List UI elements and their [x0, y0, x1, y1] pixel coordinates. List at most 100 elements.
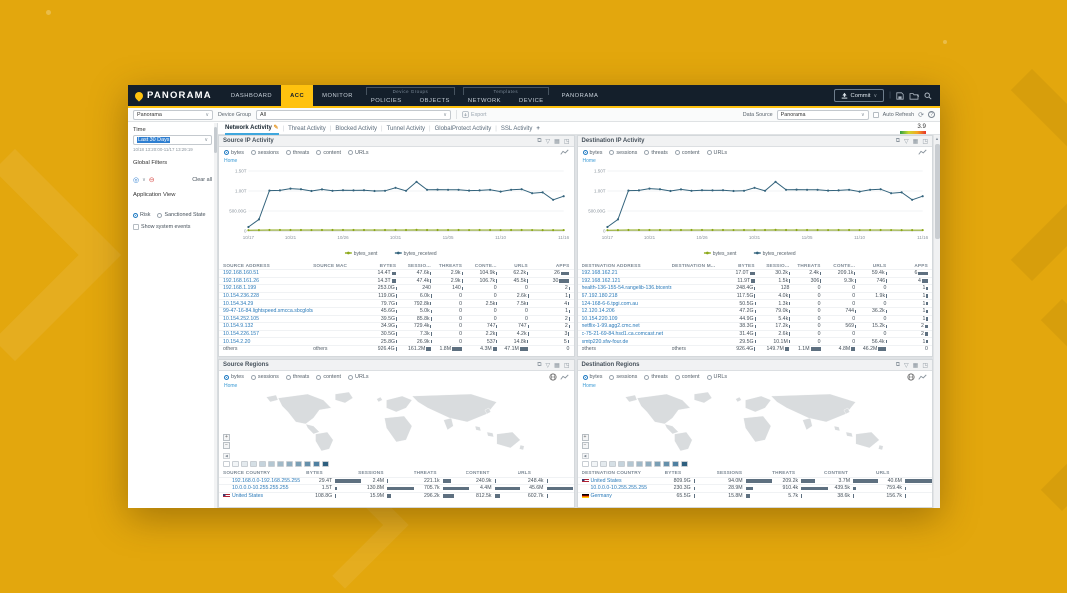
scale-swatch[interactable] — [645, 461, 652, 467]
metric-bytes-radio[interactable]: bytes — [224, 374, 244, 380]
scale-swatch[interactable] — [259, 461, 266, 467]
help-icon[interactable]: ? — [928, 111, 935, 118]
address-link[interactable]: 10.0.0.0-10.255.255.255 — [223, 485, 306, 491]
scroll-left-button[interactable]: ◀ — [223, 453, 230, 459]
tab-tunnel-activity[interactable]: Tunnel Activity — [387, 124, 425, 134]
filter-icon[interactable]: ▽ — [904, 138, 909, 145]
scale-swatch[interactable] — [654, 461, 661, 467]
change-graph-icon[interactable] — [918, 149, 927, 156]
nav-tab-policies[interactable]: POLICIES — [362, 98, 411, 104]
maximize-icon[interactable]: ◳ — [564, 138, 570, 145]
scale-swatch[interactable] — [241, 461, 248, 467]
sanctioned-state-radio[interactable]: Sanctioned State — [157, 212, 205, 218]
change-graph-icon[interactable] — [918, 374, 927, 381]
filter-icon[interactable]: ▽ — [546, 138, 551, 145]
maximize-icon[interactable]: ◳ — [564, 362, 570, 369]
metric-threats-radio[interactable]: threats — [286, 374, 309, 380]
scale-swatch[interactable] — [322, 461, 329, 467]
world-map[interactable]: + − — [578, 390, 933, 452]
nav-tab-acc[interactable]: ACC — [281, 85, 313, 106]
maximize-icon[interactable]: ◳ — [922, 138, 928, 145]
address-link[interactable]: 10.154.220.109 — [582, 316, 672, 322]
nav-tab-network[interactable]: NETWORK — [459, 98, 510, 104]
clear-all-link[interactable]: Clear all — [192, 177, 212, 183]
scale-swatch[interactable] — [591, 461, 598, 467]
address-link[interactable]: 192.168.1.199 — [223, 285, 313, 291]
scroll-left-button[interactable]: ◀ — [582, 453, 589, 459]
metric-sessions-radio[interactable]: sessions — [251, 374, 279, 380]
scale-swatch[interactable] — [223, 461, 230, 467]
line-chart[interactable]: 0500.00G1.00T1.50T10/1710/2110/2610/3111… — [581, 165, 930, 261]
column-header[interactable]: URLS — [518, 470, 570, 475]
metric-urls-radio[interactable]: URLs — [707, 374, 727, 380]
scale-swatch[interactable] — [232, 461, 239, 467]
metric-content-radio[interactable]: content — [675, 150, 700, 156]
address-link[interactable]: 192.168.162.21 — [582, 270, 672, 276]
scale-swatch[interactable] — [609, 461, 616, 467]
address-link[interactable]: netflix-1-99.agg2.cmc.net — [582, 323, 672, 329]
add-tab-button[interactable]: + — [536, 126, 540, 132]
address-link[interactable]: 192.168.160.51 — [223, 270, 313, 276]
metric-urls-radio[interactable]: URLs — [348, 150, 368, 156]
scale-swatch[interactable] — [268, 461, 275, 467]
jump-to-logs-icon[interactable]: ⧉ — [896, 138, 900, 145]
filter-target-icon[interactable]: ◎ — [133, 176, 139, 184]
column-header[interactable]: SOURCE ADDRESS — [223, 263, 313, 268]
metric-sessions-radio[interactable]: sessions — [609, 150, 637, 156]
address-link[interactable]: 10.154.2.20 — [223, 339, 313, 345]
column-header[interactable]: THREATS — [789, 263, 820, 268]
address-link[interactable]: United States — [223, 493, 306, 499]
metric-urls-radio[interactable]: URLs — [348, 374, 368, 380]
column-header[interactable]: THREATS — [414, 470, 466, 475]
metric-threats-radio[interactable]: threats — [644, 150, 667, 156]
column-header[interactable]: SESSIONS — [358, 470, 413, 475]
address-link[interactable]: 192.168.0.0-192.168.255.255 — [223, 478, 306, 484]
column-header[interactable]: DESTINATION ADDRESS — [582, 263, 672, 268]
scale-swatch[interactable] — [304, 461, 311, 467]
filter-icon[interactable]: ▽ — [546, 362, 551, 369]
task-manager-icon[interactable] — [909, 92, 919, 100]
address-link[interactable]: 10.154.236.228 — [223, 293, 313, 299]
nav-tab-panorama[interactable]: PANORAMA — [553, 85, 608, 106]
nav-tab-device[interactable]: DEVICE — [510, 98, 553, 104]
home-breadcrumb-link[interactable]: Home — [219, 158, 574, 165]
scale-swatch[interactable] — [618, 461, 625, 467]
column-header[interactable]: BYTES — [306, 470, 358, 475]
world-map[interactable]: + − — [219, 390, 574, 452]
column-header[interactable]: DESTINATION COUNTRY — [582, 470, 665, 475]
scale-swatch[interactable] — [663, 461, 670, 467]
search-icon[interactable] — [924, 92, 932, 100]
map-zoom-out-button[interactable]: − — [582, 442, 589, 449]
scale-swatch[interactable] — [582, 461, 589, 467]
address-link[interactable]: 10.154.9.132 — [223, 323, 313, 329]
edit-tab-icon[interactable]: ✎ — [273, 125, 278, 131]
table-view-icon[interactable]: ▦ — [554, 362, 560, 369]
map-zoom-in-button[interactable]: + — [223, 434, 230, 441]
scrollbar-thumb[interactable] — [935, 144, 940, 239]
scrollbar-thumb[interactable] — [214, 127, 217, 153]
metric-bytes-radio[interactable]: bytes — [224, 150, 244, 156]
table-view-icon[interactable]: ▦ — [554, 138, 560, 145]
column-header[interactable]: SESSIONS — [717, 470, 772, 475]
column-header[interactable]: SESSIO... — [396, 263, 431, 268]
column-header[interactable]: SESSIO... — [755, 263, 790, 268]
globe-icon[interactable] — [549, 373, 557, 381]
address-link[interactable]: United States — [582, 478, 665, 484]
home-breadcrumb-link[interactable]: Home — [578, 158, 933, 165]
metric-content-radio[interactable]: content — [316, 150, 341, 156]
address-link[interactable]: 10.154.252.105 — [223, 316, 313, 322]
jump-to-logs-icon[interactable]: ⧉ — [537, 362, 541, 369]
column-header[interactable]: URLS — [497, 263, 528, 268]
scale-swatch[interactable] — [672, 461, 679, 467]
table-view-icon[interactable]: ▦ — [913, 138, 919, 145]
data-source-select[interactable]: Panorama ∨ — [777, 110, 869, 120]
column-header[interactable]: CONTE... — [462, 263, 497, 268]
scale-swatch[interactable] — [636, 461, 643, 467]
column-header[interactable]: BYTES — [362, 263, 397, 268]
address-link[interactable]: health-136-155-54.rangelib-136.btcentral… — [582, 285, 672, 291]
address-link[interactable]: 192.168.162.121 — [582, 278, 672, 284]
nav-tab-dashboard[interactable]: DASHBOARD — [222, 85, 281, 106]
main-scrollbar[interactable]: ▲ — [933, 135, 940, 508]
jump-to-logs-icon[interactable]: ⧉ — [896, 362, 900, 369]
scroll-up-button[interactable]: ▲ — [934, 135, 940, 143]
